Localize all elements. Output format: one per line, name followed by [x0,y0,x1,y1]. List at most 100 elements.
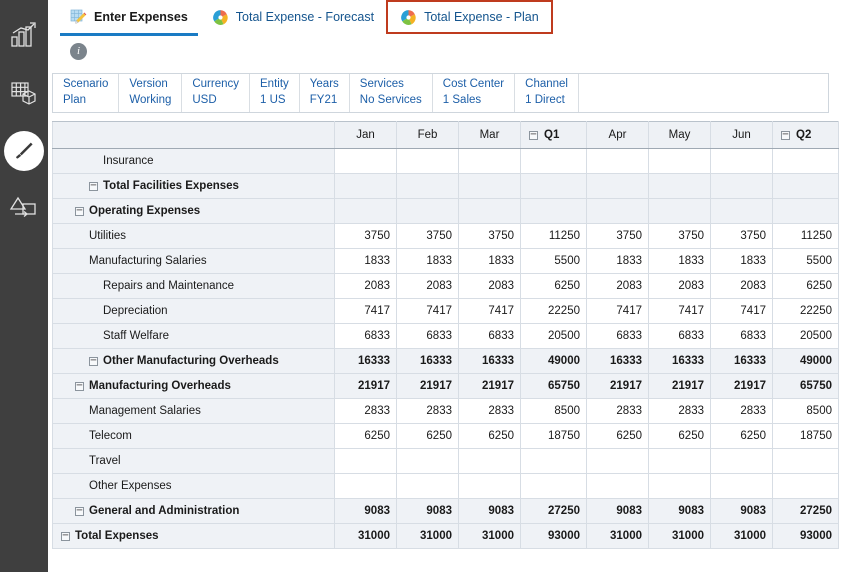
grid-cell[interactable]: 6833 [334,323,397,349]
grid-cell[interactable] [520,173,587,199]
grid-cell[interactable]: 93000 [772,523,839,549]
grid-cell[interactable]: 6250 [334,423,397,449]
grid-cell[interactable]: 22250 [520,298,587,324]
grid-cell[interactable]: 27250 [520,498,587,524]
grid-cell[interactable]: 7417 [586,298,649,324]
grid-cell[interactable]: 1833 [396,248,459,274]
grid-cell[interactable]: 9083 [586,498,649,524]
grid-cell[interactable] [396,173,459,199]
grid-cell[interactable]: 6250 [458,423,521,449]
grid-cell[interactable]: 6833 [458,323,521,349]
grid-cell[interactable]: 49000 [772,348,839,374]
grid-cell[interactable]: 2833 [586,398,649,424]
grid-cell[interactable]: 6250 [396,423,459,449]
grid-cell[interactable]: 27250 [772,498,839,524]
grid-cell[interactable]: 1833 [710,248,773,274]
grid-cell[interactable]: 21917 [334,373,397,399]
grid-cell[interactable]: 7417 [334,298,397,324]
grid-cell[interactable]: 18750 [520,423,587,449]
grid-cell[interactable] [710,148,773,174]
grid-cell[interactable]: 2833 [648,398,711,424]
grid-cell[interactable]: 9083 [648,498,711,524]
row-header-manufacturing-salaries[interactable]: Manufacturing Salaries [52,248,335,274]
grid-cell[interactable] [648,448,711,474]
rail-item-navigation-flow[interactable] [0,180,48,238]
row-header-other-manufacturing-overheads[interactable]: ─ Other Manufacturing Overheads [52,348,335,374]
grid-cell[interactable] [396,198,459,224]
grid-cell[interactable]: 2083 [396,273,459,299]
grid-cell[interactable] [396,448,459,474]
grid-cell[interactable]: 16333 [710,348,773,374]
grid-cell[interactable]: 7417 [710,298,773,324]
grid-cell[interactable]: 16333 [334,348,397,374]
grid-cell[interactable]: 3750 [458,223,521,249]
grid-cell[interactable]: 2083 [458,273,521,299]
grid-cell[interactable]: 6833 [396,323,459,349]
grid-cell[interactable] [334,473,397,499]
grid-cell[interactable]: 2833 [334,398,397,424]
grid-cell[interactable]: 93000 [520,523,587,549]
grid-cell[interactable]: 5500 [520,248,587,274]
pov-cell-currency[interactable]: Currency USD [182,74,251,112]
grid-cell[interactable]: 21917 [396,373,459,399]
grid-cell[interactable] [458,198,521,224]
grid-cell[interactable]: 6250 [648,423,711,449]
grid-cell[interactable] [648,473,711,499]
grid-cell[interactable]: 2083 [334,273,397,299]
row-header-insurance[interactable]: Insurance [52,148,335,174]
grid-cell[interactable] [586,473,649,499]
grid-cell[interactable]: 31000 [586,523,649,549]
grid-cell[interactable] [710,473,773,499]
grid-cell[interactable]: 9083 [334,498,397,524]
row-header-utilities[interactable]: Utilities [52,223,335,249]
column-header-may[interactable]: May [648,121,711,149]
grid-cell[interactable] [334,448,397,474]
collapse-toggle-icon[interactable]: ─ [89,356,98,366]
grid-cell[interactable] [586,148,649,174]
pov-cell-channel[interactable]: Channel 1 Direct [515,74,579,112]
grid-cell[interactable]: 6250 [710,423,773,449]
grid-cell[interactable]: 31000 [648,523,711,549]
grid-cell[interactable]: 11250 [772,223,839,249]
grid-cell[interactable]: 9083 [710,498,773,524]
rail-item-designer[interactable] [0,122,48,180]
grid-cell[interactable] [586,448,649,474]
grid-cell[interactable] [396,148,459,174]
grid-cell[interactable] [710,173,773,199]
collapse-toggle-icon[interactable]: ─ [75,381,84,391]
column-header-feb[interactable]: Feb [396,121,459,149]
grid-cell[interactable]: 6833 [648,323,711,349]
grid-cell[interactable] [586,173,649,199]
rail-item-dashboard[interactable] [0,6,48,64]
grid-cell[interactable]: 1833 [458,248,521,274]
grid-cell[interactable]: 16333 [396,348,459,374]
grid-cell[interactable]: 6250 [586,423,649,449]
collapse-toggle-icon[interactable]: ─ [781,130,790,140]
collapse-toggle-icon[interactable]: ─ [75,506,84,516]
grid-cell[interactable]: 31000 [710,523,773,549]
pov-cell-cost-center[interactable]: Cost Center 1 Sales [433,74,516,112]
grid-cell[interactable] [648,173,711,199]
column-header-q1[interactable]: ─ Q1 [520,121,587,149]
grid-cell[interactable] [334,148,397,174]
collapse-toggle-icon[interactable]: ─ [61,531,70,541]
collapse-toggle-icon[interactable]: ─ [529,130,538,140]
pov-cell-entity[interactable]: Entity 1 US [250,74,300,112]
grid-cell[interactable]: 11250 [520,223,587,249]
column-header-apr[interactable]: Apr [586,121,649,149]
grid-cell[interactable] [710,448,773,474]
grid-cell[interactable] [772,148,839,174]
grid-cell[interactable]: 6250 [520,273,587,299]
grid-cell[interactable]: 9083 [458,498,521,524]
grid-cell[interactable]: 1833 [648,248,711,274]
column-header-jan[interactable]: Jan [334,121,397,149]
grid-cell[interactable]: 31000 [458,523,521,549]
row-header-travel[interactable]: Travel [52,448,335,474]
grid-cell[interactable] [772,448,839,474]
grid-cell[interactable]: 2833 [396,398,459,424]
tab-enter-expenses[interactable]: Enter Expenses [58,0,200,36]
grid-cell[interactable] [334,198,397,224]
grid-cell[interactable]: 2833 [458,398,521,424]
grid-cell[interactable]: 21917 [648,373,711,399]
grid-cell[interactable]: 21917 [710,373,773,399]
